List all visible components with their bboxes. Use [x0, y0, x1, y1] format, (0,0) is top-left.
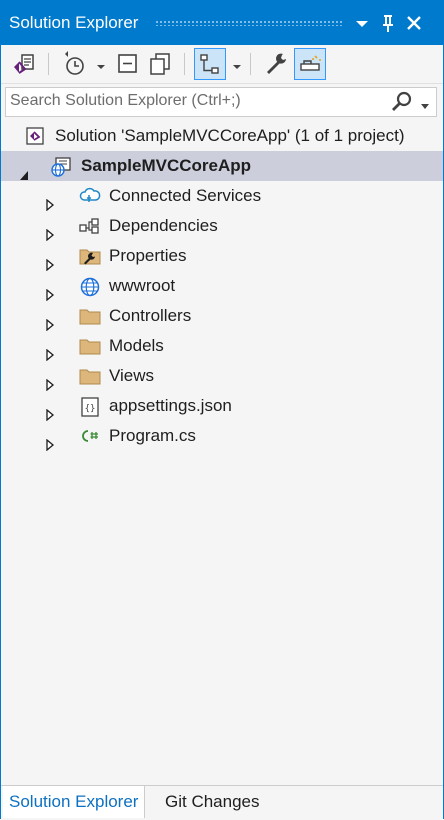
tree-row-dependencies[interactable]: Dependencies [1, 211, 443, 242]
tab-git-changes[interactable]: Git Changes [159, 786, 266, 818]
toolbar-separator [48, 53, 49, 75]
tree-row-wwwroot[interactable]: wwwroot [1, 271, 443, 302]
collapsed-arrow-icon[interactable] [45, 311, 55, 332]
collapsed-arrow-icon[interactable] [45, 191, 55, 212]
properties-icon [79, 247, 101, 265]
solution-icon [25, 127, 45, 145]
solution-explorer-window: Solution Explorer Search Solution Explor… [0, 0, 444, 820]
properties-wrench-icon[interactable] [261, 49, 291, 79]
folder-icon [79, 337, 101, 355]
search-box[interactable] [5, 87, 437, 117]
window-title: Solution Explorer [9, 13, 139, 32]
toolbar [1, 45, 443, 84]
tree-item-label: Models [109, 336, 164, 355]
collapsed-arrow-icon[interactable] [45, 431, 55, 452]
collapsed-arrow-icon[interactable] [45, 251, 55, 272]
json-file-icon: {} [79, 397, 99, 417]
toolbar-separator [250, 53, 251, 75]
collapsed-arrow-icon[interactable] [45, 371, 55, 392]
tree-item-label: Properties [109, 246, 187, 265]
search-options-dropdown-icon[interactable] [420, 98, 430, 116]
pin-icon[interactable] [377, 11, 399, 35]
tree-item-label: Program.cs [109, 426, 196, 445]
collapse-all-icon[interactable] [113, 49, 143, 79]
tree-row-solution[interactable]: Solution 'SampleMVCCoreApp' (1 of 1 proj… [1, 121, 443, 151]
drag-grip[interactable] [155, 20, 343, 26]
collapsed-arrow-icon[interactable] [45, 281, 55, 302]
dependencies-icon [79, 217, 99, 235]
show-all-files-icon[interactable] [145, 49, 175, 79]
tree-item-label: wwwroot [109, 276, 176, 295]
tree-item-label: appsettings.json [109, 396, 232, 415]
tree-item-label: Connected Services [109, 186, 262, 205]
folder-icon [79, 367, 101, 385]
vs-home-icon[interactable] [9, 49, 39, 79]
toolbar-separator [184, 53, 185, 75]
history-icon[interactable] [59, 49, 89, 79]
folder-icon [79, 307, 101, 325]
tree-row-models[interactable]: Models [1, 331, 443, 362]
solution-label: Solution 'SampleMVCCoreApp' (1 of 1 proj… [55, 126, 405, 145]
svg-text:{}: {} [85, 404, 96, 414]
history-dropdown-icon[interactable] [96, 59, 106, 69]
tree-row-program[interactable]: Program.cs [1, 421, 443, 452]
connected-services-icon [79, 187, 101, 205]
bottom-tab-bar: Solution Explorer Git Changes [1, 785, 443, 820]
search-icon[interactable] [390, 91, 414, 118]
tab-solution-explorer[interactable]: Solution Explorer [3, 786, 146, 818]
tree-item-label: Views [109, 366, 155, 385]
tree-row-controllers[interactable]: Controllers [1, 301, 443, 332]
search-input[interactable] [10, 90, 380, 112]
tree-row-views[interactable]: Views [1, 361, 443, 392]
tree-item-label: Controllers [109, 306, 192, 325]
expanded-arrow-icon[interactable] [19, 161, 29, 180]
csharp-file-icon [79, 427, 99, 445]
collapsed-arrow-icon[interactable] [45, 401, 55, 422]
web-project-icon [51, 157, 71, 177]
view-dropdown-icon[interactable] [232, 59, 242, 69]
view-tree-icon[interactable] [194, 48, 226, 80]
title-bar: Solution Explorer [1, 1, 443, 45]
tree-row-properties[interactable]: Properties [1, 241, 443, 272]
tree-item-label: Dependencies [109, 216, 218, 235]
window-menu-dropdown-icon[interactable] [351, 11, 373, 35]
globe-icon [79, 277, 100, 297]
collapsed-arrow-icon[interactable] [45, 221, 55, 242]
tree-row-connected-services[interactable]: Connected Services [1, 181, 443, 212]
project-label: SampleMVCCoreApp [81, 156, 252, 175]
collapsed-arrow-icon[interactable] [45, 341, 55, 362]
tree-row-appsettings[interactable]: {} appsettings.json [1, 391, 443, 422]
preview-selected-icon[interactable] [294, 48, 326, 80]
close-icon[interactable] [403, 11, 425, 35]
tree-row-project[interactable]: SampleMVCCoreApp [1, 151, 443, 181]
